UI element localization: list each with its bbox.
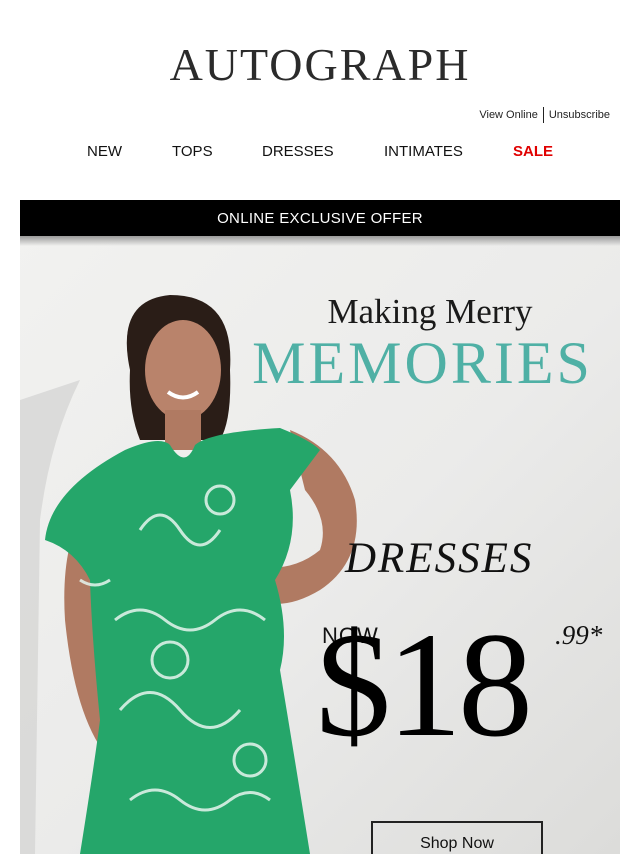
unsubscribe-link[interactable]: Unsubscribe — [549, 109, 610, 121]
nav-item-dresses[interactable]: DRESSES — [262, 143, 334, 161]
nav-item-intimates[interactable]: INTIMATES — [384, 143, 463, 161]
headline: MEMORIES — [252, 330, 593, 396]
category-title: DRESSES — [345, 535, 534, 582]
brand-logo[interactable]: AUTOGRAPH — [0, 40, 640, 90]
header-links: View Online Unsubscribe — [479, 107, 610, 123]
price: $18 — [316, 602, 533, 768]
divider — [542, 107, 544, 123]
offer-banner: ONLINE EXCLUSIVE OFFER — [20, 200, 620, 236]
price-cents: .99* — [555, 620, 603, 650]
banner-shadow — [20, 236, 620, 246]
nav-item-tops[interactable]: TOPS — [172, 143, 213, 161]
nav-item-new[interactable]: NEW — [87, 143, 122, 161]
nav-item-sale[interactable]: SALE — [513, 143, 553, 161]
shop-now-button[interactable]: Shop Now — [371, 821, 543, 854]
tagline: Making Merry — [327, 292, 533, 331]
hero-banner[interactable]: ONLINE EXCLUSIVE OFFER Making Merry MEMO… — [20, 200, 620, 854]
view-online-link[interactable]: View Online — [479, 109, 538, 121]
main-nav: NEW TOPS DRESSES INTIMATES SALE — [0, 143, 640, 163]
